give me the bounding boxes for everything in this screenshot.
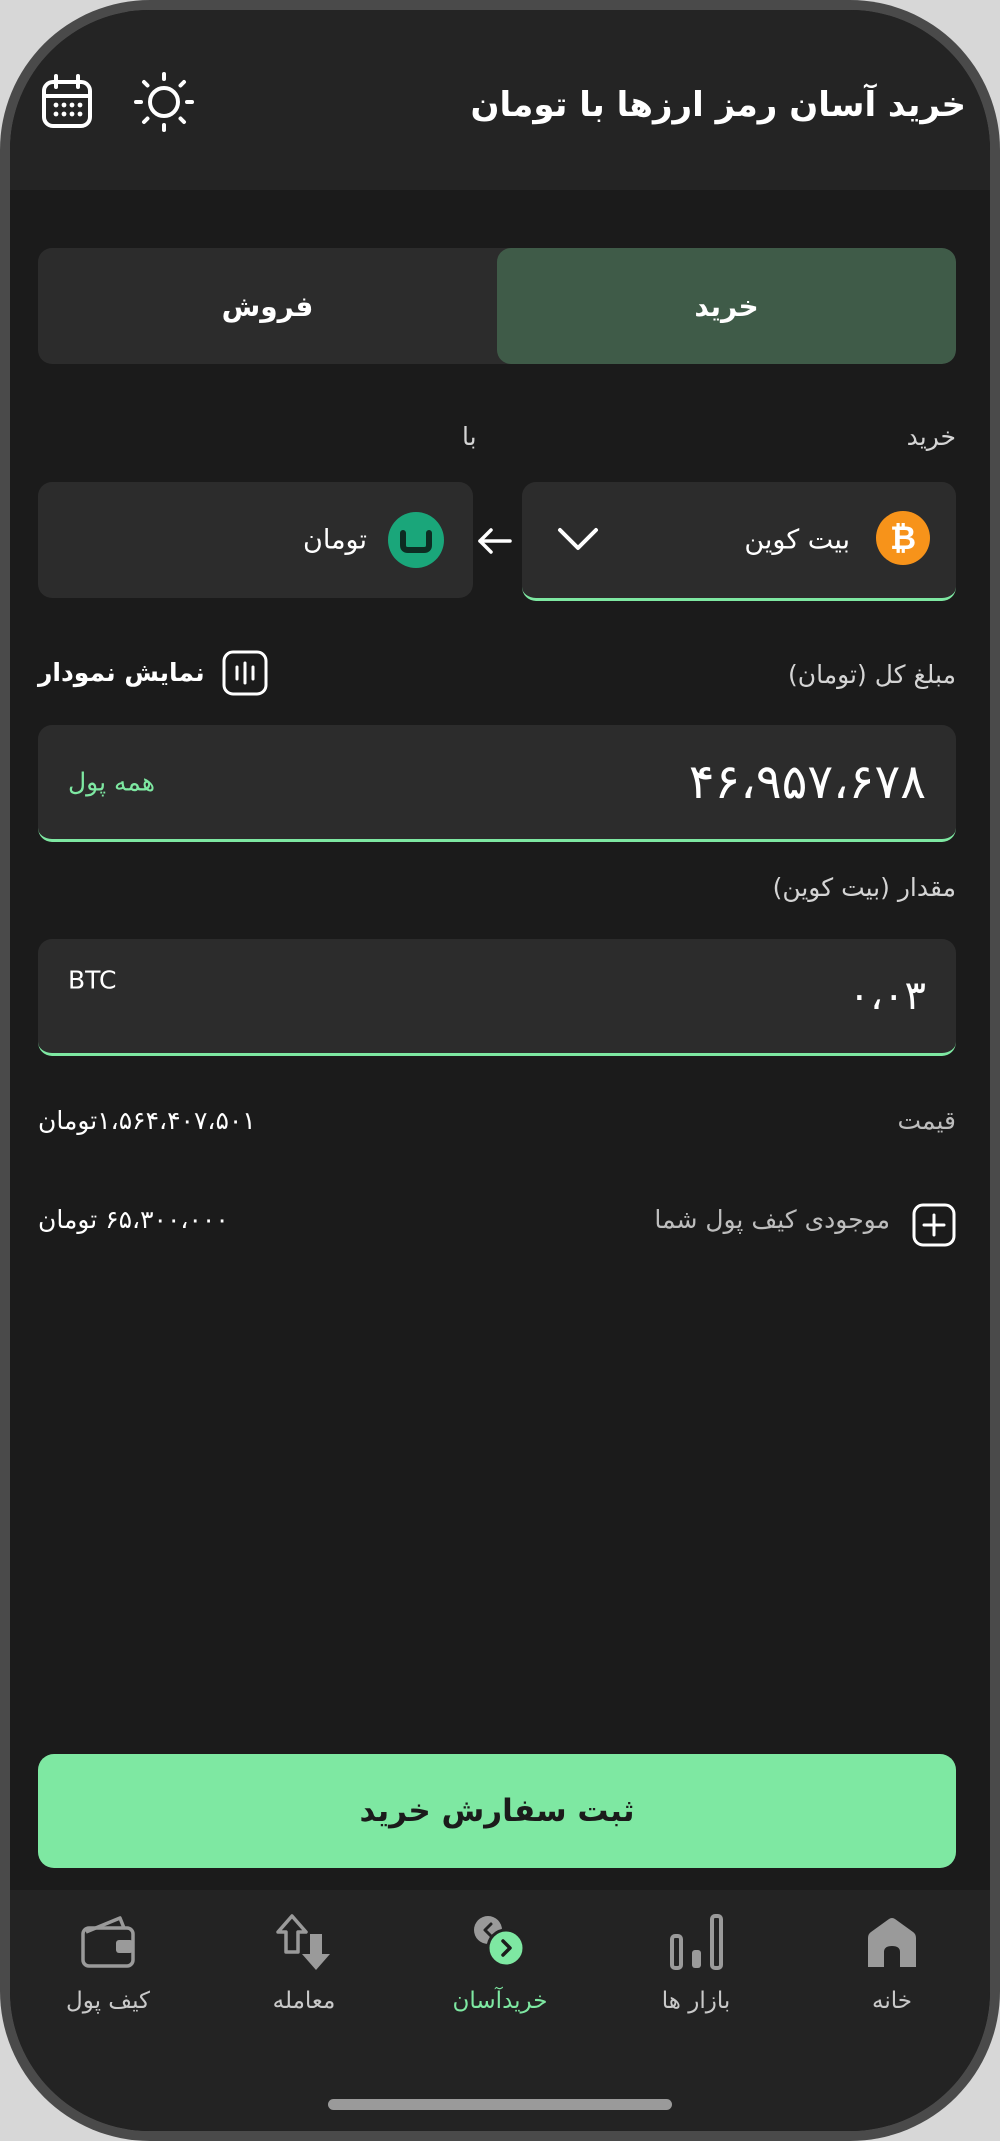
app-screen: خرید آسان رمز ارزها با تومان خرید فروش خ: [10, 10, 990, 2131]
price-value: ۱،۵۶۴،۴۰۷،۵۰۱تومان: [38, 1106, 256, 1135]
to-coin-name: تومان: [303, 524, 367, 556]
nav-item-markets[interactable]: بازار ها: [598, 1890, 794, 2050]
total-label: مبلغ کل (تومان): [788, 660, 956, 689]
show-chart-toggle[interactable]: نمایش نمودار: [38, 650, 278, 696]
nav-label-easy-buy: خریدآسان: [452, 1988, 548, 2014]
buy-sell-switch: خرید فروش: [38, 248, 956, 364]
total-amount-field[interactable]: ۴۶،۹۵۷،۶۷۸ همه پول: [38, 725, 956, 842]
amount-field[interactable]: ۰،۰۳ BTC: [38, 939, 956, 1056]
buy-coin-label: خرید: [906, 422, 956, 451]
amount-unit: BTC: [68, 965, 117, 995]
nav-item-wallet[interactable]: کیف پول: [10, 1890, 206, 2050]
nav-label-home: خانه: [872, 1988, 912, 2014]
all-money-button[interactable]: همه پول: [68, 768, 155, 797]
add-funds-icon[interactable]: [912, 1203, 956, 1247]
nav-label-wallet: کیف پول: [65, 1988, 150, 2014]
tab-sell[interactable]: فروش: [38, 248, 497, 364]
bottom-navigation: خانه بازار ها خریدآسان معامله کیف پول: [10, 1890, 990, 2131]
submit-order-button[interactable]: ثبت سفارش خرید: [38, 1754, 956, 1868]
easy-buy-icon: [474, 1916, 526, 1968]
nav-label-markets: بازار ها: [661, 1988, 731, 2014]
nav-item-easy-buy[interactable]: خریدآسان: [402, 1890, 598, 2050]
svg-text:₿: ₿: [890, 519, 916, 557]
from-coin-name: بیت کوین: [744, 524, 850, 556]
wallet-balance-value: ۶۵،۳۰۰،۰۰۰ تومان: [38, 1205, 229, 1234]
home-icon: [868, 1918, 916, 1967]
page-title: خرید آسان رمز ارزها با تومان: [470, 85, 967, 125]
nav-item-home[interactable]: خانه: [794, 1890, 990, 2050]
from-coin-selector[interactable]: ₿ بیت کوین: [522, 482, 956, 601]
calendar-icon[interactable]: [38, 72, 98, 132]
bar-chart-icon: [670, 1914, 723, 1970]
arrow-left-icon: [478, 528, 512, 554]
phone-frame: خرید آسان رمز ارزها با تومان خرید فروش خ: [0, 0, 1000, 2141]
home-indicator: [328, 2099, 672, 2110]
wallet-icon: [81, 1916, 135, 1968]
chart-icon: [222, 650, 268, 696]
total-amount-value: ۴۶،۹۵۷،۶۷۸: [688, 754, 926, 810]
trade-arrows-icon: [276, 1914, 330, 1970]
with-label: با: [462, 422, 477, 451]
sun-icon[interactable]: [133, 71, 195, 133]
tab-buy[interactable]: خرید: [497, 248, 956, 364]
show-chart-label: نمایش نمودار: [38, 658, 205, 687]
bitcoin-icon: ₿: [876, 511, 930, 565]
app-header: خرید آسان رمز ارزها با تومان: [10, 10, 990, 190]
toman-icon: [388, 512, 444, 568]
amount-value: ۰،۰۳: [848, 973, 926, 1019]
nav-item-trade[interactable]: معامله: [206, 1890, 402, 2050]
wallet-balance-label: موجودی کیف پول شما: [654, 1205, 890, 1234]
price-label: قیمت: [897, 1106, 957, 1135]
amount-label: مقدار (بیت کوین): [772, 873, 956, 902]
to-coin-selector[interactable]: تومان: [38, 482, 473, 598]
chevron-down-icon: [558, 528, 598, 550]
nav-label-trade: معامله: [272, 1988, 336, 2014]
